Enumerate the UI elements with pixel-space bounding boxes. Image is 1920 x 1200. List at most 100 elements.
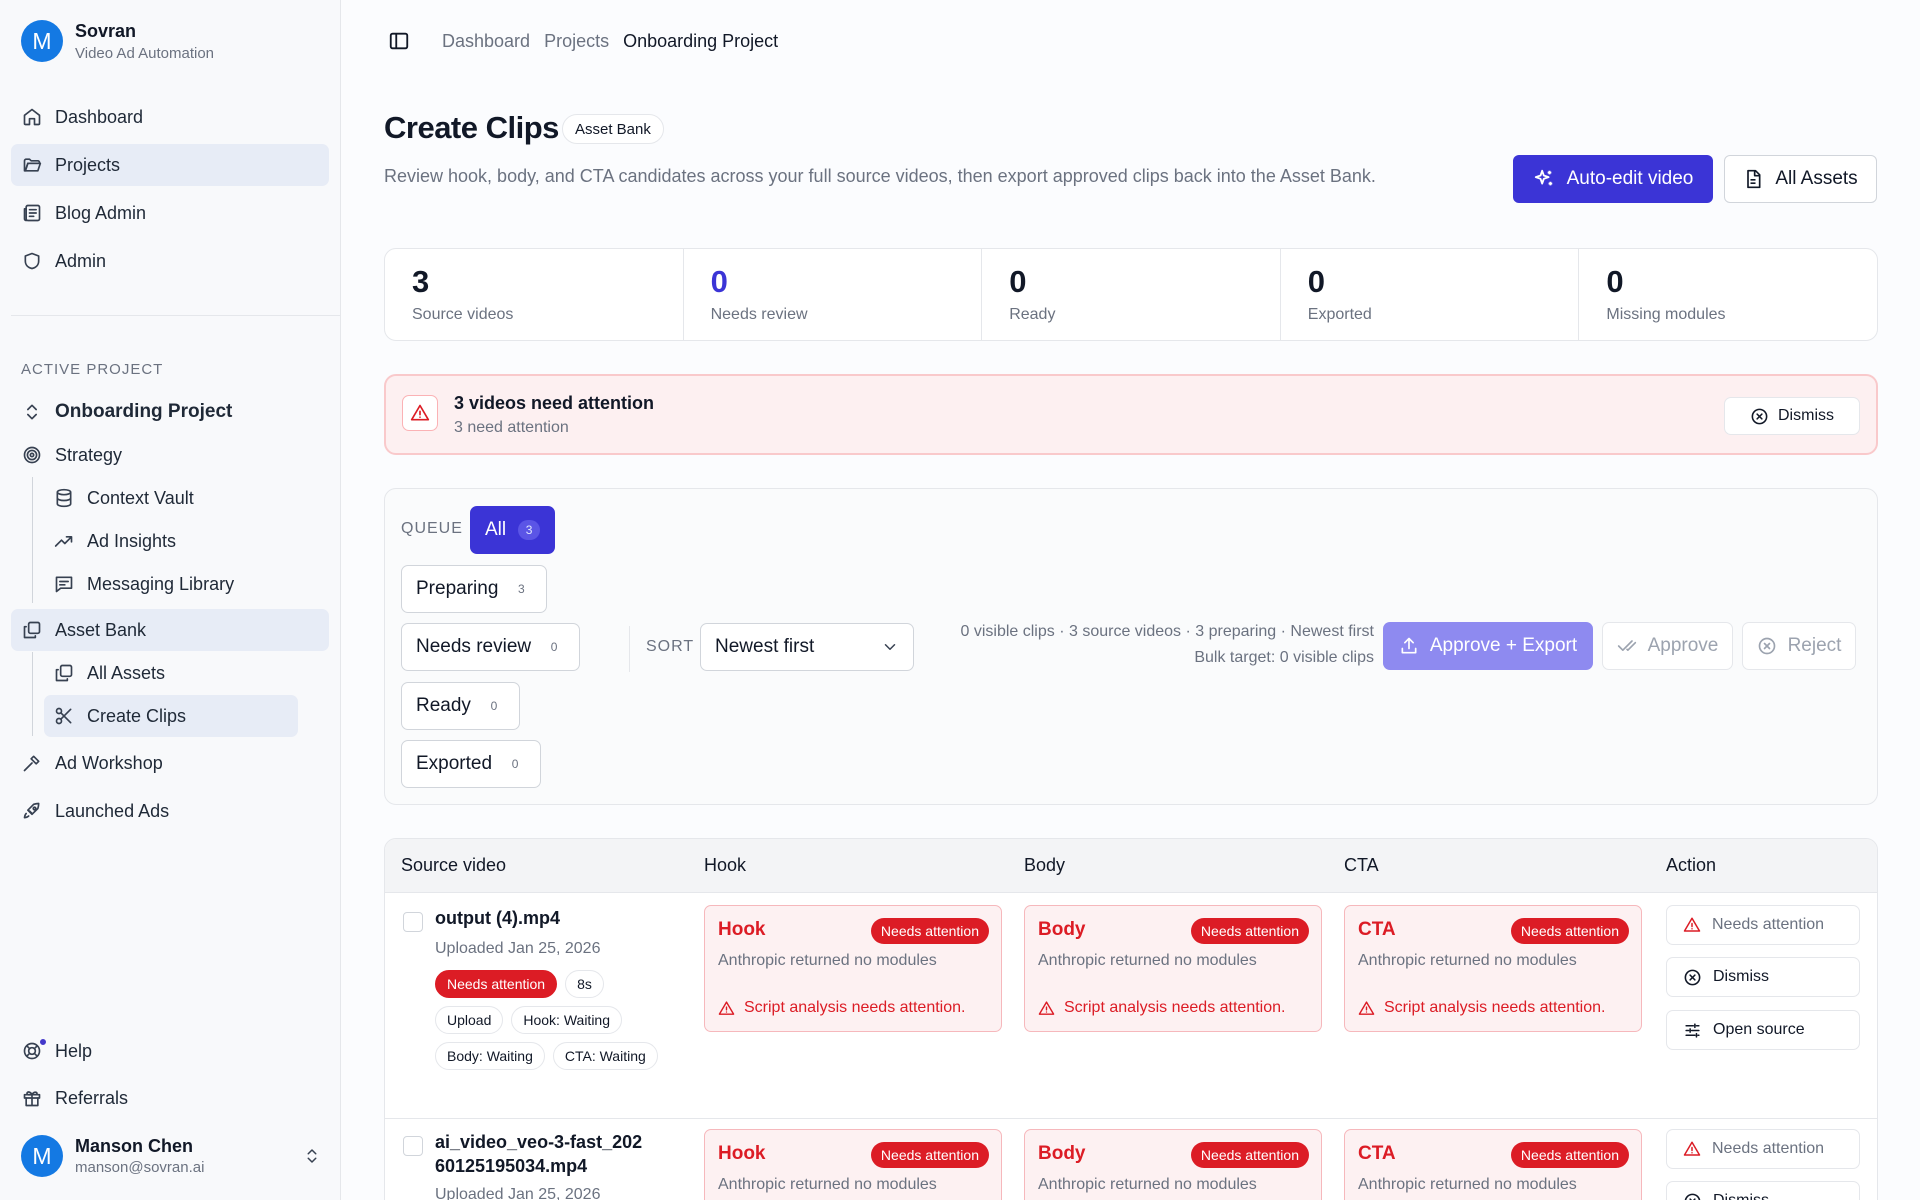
card-title: CTA [1358, 919, 1396, 940]
status-badge: Needs attention [435, 970, 558, 998]
alert-dismiss-button[interactable]: Dismiss [1724, 397, 1860, 435]
card-message: Anthropic returned no modules [1358, 1176, 1577, 1193]
sort-value: Newest first [715, 636, 815, 657]
scissors-icon [54, 706, 74, 726]
column-header-cta: CTA [1344, 855, 1379, 875]
card-message: Anthropic returned no modules [1358, 952, 1577, 969]
tab-label: All [485, 519, 507, 540]
notification-dot [38, 1037, 48, 1047]
needs-attention-button[interactable]: Needs attention [1666, 905, 1860, 945]
body-card[interactable]: Body Needs attention Anthropic returned … [1024, 1129, 1322, 1200]
sort-label: SORT [646, 638, 695, 655]
dismiss-button[interactable]: Dismiss [1666, 1181, 1860, 1200]
cta-card[interactable]: CTA Needs attention Anthropic returned n… [1344, 905, 1642, 1032]
reject-button[interactable]: Reject [1742, 622, 1856, 670]
hook-status-tag: Hook: Waiting [511, 1006, 622, 1034]
approve-export-button[interactable]: Approve + Export [1383, 622, 1593, 670]
hook-card[interactable]: Hook Needs attention Anthropic returned … [704, 905, 1002, 1032]
sidebar-item-label: Context Vault [87, 487, 194, 508]
column-header-body: Body [1024, 855, 1066, 875]
approve-button[interactable]: Approve [1602, 622, 1733, 670]
sidebar-item-label: Messaging Library [87, 573, 235, 594]
sidebar-item-all-assets[interactable]: All Assets [44, 652, 298, 694]
body-card[interactable]: Body Needs attention Anthropic returned … [1024, 905, 1322, 1032]
stat-ready: 0 Ready [981, 249, 1280, 340]
needs-attention-button[interactable]: Needs attention [1666, 1129, 1860, 1169]
status-badge: Needs attention [1190, 918, 1309, 944]
hook-card[interactable]: Hook Needs attention Anthropic returned … [704, 1129, 1002, 1200]
workspace-switcher[interactable]: M Sovran Video Ad Automation [21, 20, 214, 62]
queue-tab-all[interactable]: All 3 [470, 506, 556, 554]
workspace-avatar: M [21, 20, 63, 62]
hammer-icon [22, 753, 42, 773]
row-checkbox[interactable] [403, 1136, 423, 1156]
card-warning: Script analysis needs attention. [718, 999, 965, 1017]
sidebar-item-admin[interactable]: Admin [11, 240, 329, 282]
table-header: Source video Hook Body CTA Action [385, 839, 1877, 893]
user-email: manson@sovran.ai [75, 1159, 205, 1176]
duration-tag: 8s [565, 970, 604, 998]
sidebar-item-ad-insights[interactable]: Ad Insights [44, 520, 298, 562]
stat-value: 0 [710, 264, 728, 299]
bulk-target: Bulk target: 0 visible clips [1194, 649, 1374, 666]
card-message: Anthropic returned no modules [718, 1176, 937, 1193]
tab-label: Exported [416, 753, 493, 774]
queue-tab-preparing[interactable]: Preparing 3 [401, 565, 548, 613]
card-title: Hook [718, 919, 766, 940]
sidebar-item-strategy[interactable]: Strategy [11, 434, 329, 476]
stats-bar: 3 Source videos 0 Needs review 0 Ready 0… [384, 248, 1878, 341]
breadcrumb-dashboard[interactable]: Dashboard [442, 31, 530, 52]
newspaper-icon [22, 203, 42, 223]
sidebar-toggle-icon[interactable] [388, 30, 410, 52]
auto-edit-button[interactable]: Auto-edit video [1513, 155, 1713, 203]
approve-label: Approve [1647, 635, 1719, 656]
stat-value: 0 [1606, 264, 1624, 299]
sidebar-item-ad-workshop[interactable]: Ad Workshop [11, 742, 329, 784]
card-title: Hook [718, 1143, 766, 1164]
clips-table: Source video Hook Body CTA Action output… [384, 838, 1878, 1200]
sidebar-item-blog-admin[interactable]: Blog Admin [11, 192, 329, 234]
rocket-icon [22, 801, 42, 821]
cta-card[interactable]: CTA Needs attention Anthropic returned n… [1344, 1129, 1642, 1200]
queue-label: QUEUE [401, 520, 463, 537]
sidebar-item-create-clips[interactable]: Create Clips [44, 695, 298, 737]
sparkles-icon [1533, 168, 1555, 190]
alert-title: 3 videos need attention [454, 393, 655, 413]
stat-value: 3 [412, 264, 430, 299]
queue-tab-ready[interactable]: Ready 0 [401, 682, 520, 730]
sidebar-item-launched-ads[interactable]: Launched Ads [11, 790, 329, 832]
sidebar-item-context-vault[interactable]: Context Vault [44, 477, 298, 519]
sidebar-item-label: Ad Insights [87, 530, 177, 551]
sidebar-item-help[interactable]: Help [11, 1030, 329, 1072]
breadcrumb-projects[interactable]: Projects [544, 31, 609, 52]
sidebar-item-dashboard[interactable]: Dashboard [11, 96, 329, 138]
shield-icon [22, 251, 42, 271]
table-row: ai_video_veo-3-fast_202 60125195034.mp4 … [385, 1120, 1877, 1200]
sidebar-item-referrals[interactable]: Referrals [11, 1077, 329, 1119]
queue-tab-needs-review[interactable]: Needs review 0 [401, 623, 581, 671]
active-project-label: ACTIVE PROJECT [21, 361, 164, 378]
folder-open-icon [22, 155, 42, 175]
breadcrumb-current: Onboarding Project [623, 30, 779, 51]
project-switcher[interactable]: Onboarding Project [11, 391, 329, 433]
sort-select[interactable]: Newest first [700, 623, 914, 671]
queue-tab-exported[interactable]: Exported 0 [401, 740, 542, 788]
tab-count: 0 [511, 757, 519, 771]
stat-missing-modules: 0 Missing modules [1578, 249, 1877, 340]
sidebar-item-projects[interactable]: Projects [11, 144, 329, 186]
row-checkbox[interactable] [403, 912, 423, 932]
open-source-button[interactable]: Open source [1666, 1010, 1860, 1050]
user-menu[interactable]: M Manson Chen manson@sovran.ai [21, 1135, 321, 1177]
tab-label: Preparing [416, 578, 499, 599]
sidebar-item-asset-bank[interactable]: Asset Bank [11, 609, 329, 651]
stat-label: Needs review [710, 306, 808, 323]
file-icon [1743, 169, 1763, 189]
action-label: Needs attention [1712, 1140, 1825, 1157]
sidebar-item-label: Blog Admin [55, 202, 147, 223]
all-assets-button[interactable]: All Assets [1724, 155, 1877, 203]
target-icon [22, 445, 42, 465]
sidebar-item-label: Strategy [55, 444, 123, 465]
dismiss-button[interactable]: Dismiss [1666, 957, 1860, 997]
toolbar-divider [629, 626, 630, 672]
sidebar-item-messaging-library[interactable]: Messaging Library [44, 563, 298, 605]
